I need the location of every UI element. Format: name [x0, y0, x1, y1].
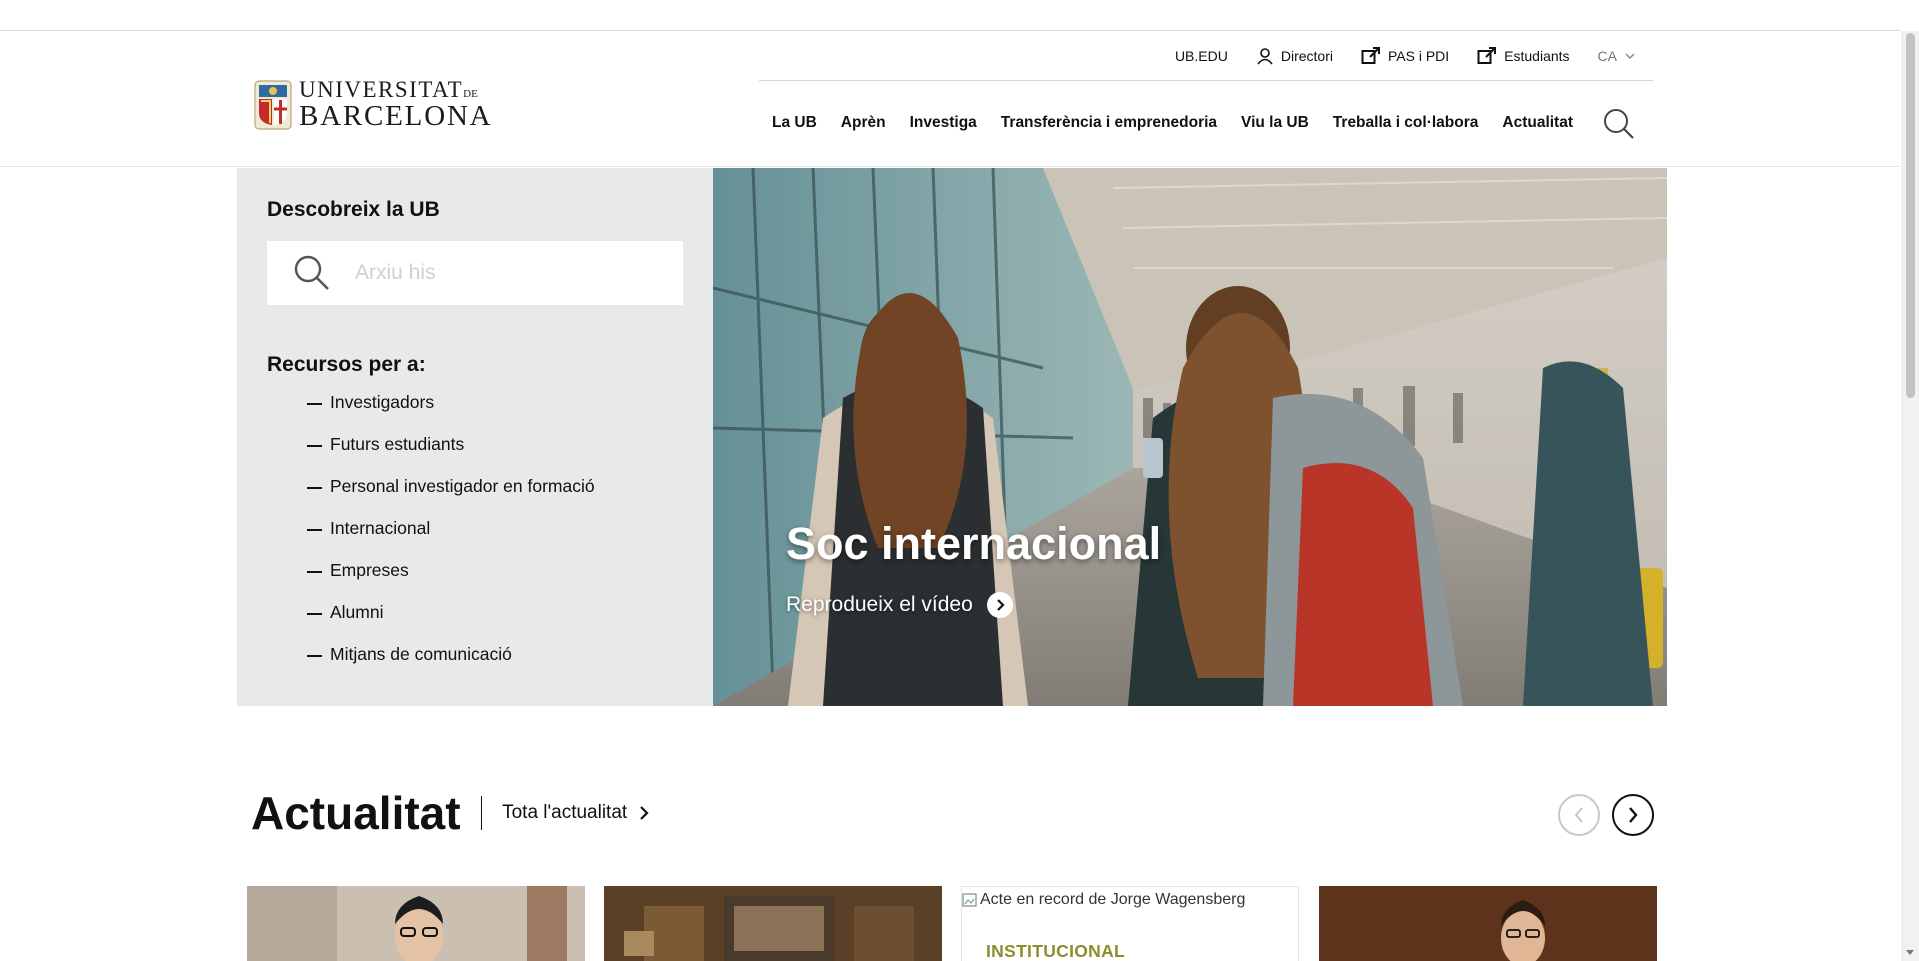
dash-marker	[307, 655, 322, 657]
estudiants-label: Estudiants	[1504, 48, 1570, 64]
news-carousel-controls	[1558, 794, 1654, 836]
resources-title: Recursos per a:	[267, 353, 426, 376]
news-card[interactable]	[1319, 886, 1657, 961]
news-card-photo	[604, 886, 942, 961]
news-card-category: INSTITUCIONAL	[986, 941, 1126, 961]
discover-panel: Descobreix la UB Recursos per a: Investi…	[237, 168, 713, 706]
dash-marker	[307, 487, 322, 489]
logo-line-1: UNIVERSITAT	[299, 77, 464, 102]
nav-item-investiga[interactable]: Investiga	[898, 114, 989, 132]
news-cards: Acte en record de Jorge Wagensberg INSTI…	[247, 886, 1657, 961]
pas-pdi-link[interactable]: PAS i PDI	[1361, 47, 1449, 65]
news-card-photo	[247, 886, 585, 961]
search-icon	[294, 255, 329, 290]
pas-pdi-label: PAS i PDI	[1387, 48, 1450, 64]
external-link-icon	[1477, 47, 1497, 64]
news-card[interactable]	[247, 886, 585, 961]
nav-item-la-ub[interactable]: La UB	[772, 114, 829, 132]
header-search-button[interactable]	[1603, 108, 1635, 140]
resources-list: Investigadors Futurs estudiants Personal…	[307, 392, 595, 686]
resource-label: Mitjans de comunicació	[330, 644, 512, 664]
nav-item-treballa[interactable]: Treballa i col·labora	[1321, 114, 1491, 132]
all-news-label: Tota l'actualitat	[502, 802, 628, 823]
resource-link-internacional[interactable]: Internacional	[307, 518, 595, 560]
nav-item-apren[interactable]: Aprèn	[829, 114, 898, 132]
play-arrow-icon	[986, 592, 1013, 618]
vertical-scrollbar[interactable]	[1901, 31, 1919, 961]
chevron-right-icon	[1629, 807, 1638, 823]
dash-marker	[307, 529, 322, 531]
news-card-image-alt: Acte en record de Jorge Wagensberg	[980, 891, 1246, 908]
estudiants-link[interactable]: Estudiants	[1477, 47, 1570, 65]
ubedu-label: UB.EDU	[1174, 48, 1228, 64]
user-icon	[1257, 48, 1273, 65]
resource-link-empreses[interactable]: Empreses	[307, 560, 595, 602]
scroll-down-arrow-icon[interactable]	[1906, 950, 1914, 955]
resource-link-alumni[interactable]: Alumni	[307, 602, 595, 644]
hero-title: Soc internacional	[786, 518, 1162, 569]
resource-link-futurs-estudiants[interactable]: Futurs estudiants	[307, 434, 595, 476]
resource-link-personal-investigador[interactable]: Personal investigador en formació	[307, 476, 595, 518]
search-icon	[1604, 109, 1634, 139]
nav-item-transferencia[interactable]: Transferència i emprenedoria	[989, 114, 1229, 132]
resource-label: Alumni	[330, 602, 384, 622]
dash-marker	[307, 613, 322, 615]
logo-line-2: BARCELONA	[299, 100, 493, 132]
broken-image-icon	[962, 893, 977, 907]
discover-search-input[interactable]	[355, 261, 655, 285]
chevron-left-icon	[1574, 807, 1583, 823]
news-card-photo	[1319, 886, 1657, 961]
dash-marker	[307, 445, 322, 447]
discover-search-box[interactable]	[267, 241, 683, 305]
carousel-prev-button[interactable]	[1558, 794, 1600, 836]
scrollbar-thumb[interactable]	[1906, 33, 1915, 398]
dash-marker	[307, 571, 322, 573]
chevron-down-icon	[1625, 53, 1635, 59]
resource-label: Empreses	[330, 560, 409, 580]
nav-item-actualitat[interactable]: Actualitat	[1490, 114, 1585, 132]
utility-nav: UB.EDU Directori PAS i PDI Estudiants CA	[1175, 47, 1635, 65]
external-link-icon	[1361, 47, 1380, 64]
all-news-link[interactable]: Tota l'actualitat	[502, 802, 649, 824]
carousel-next-button[interactable]	[1612, 794, 1654, 836]
resource-label: Investigadors	[330, 392, 435, 412]
ubedu-link[interactable]: UB.EDU	[1175, 48, 1228, 64]
news-header: Actualitat Tota l'actualitat	[251, 786, 649, 840]
main-nav: La UB Aprèn Investiga Transferència i em…	[772, 114, 1585, 132]
logo-line-1-suffix: DE	[463, 88, 478, 100]
news-card[interactable]	[604, 886, 942, 961]
hero-video-banner[interactable]: Soc internacional Reprodueix el vídeo	[713, 168, 1667, 706]
utility-divider	[759, 80, 1653, 81]
directori-label: Directori	[1280, 48, 1333, 64]
browser-top-strip	[0, 0, 1900, 31]
resource-link-investigadors[interactable]: Investigadors	[307, 392, 595, 434]
nav-item-viu-la-ub[interactable]: Viu la UB	[1229, 114, 1321, 132]
broken-image-alt: Acte en record de Jorge Wagensberg	[962, 891, 1245, 909]
resource-label: Personal investigador en formació	[330, 476, 595, 496]
news-title: Actualitat	[251, 787, 461, 839]
directori-link[interactable]: Directori	[1256, 47, 1333, 65]
dash-marker	[307, 403, 322, 405]
ub-logo[interactable]: UNIVERSITATDE BARCELONA	[253, 78, 492, 131]
site-header: UNIVERSITATDE BARCELONA UB.EDU Directori…	[0, 32, 1900, 167]
hero-play-label: Reprodueix el vídeo	[786, 593, 973, 616]
language-label: CA	[1597, 48, 1617, 64]
hero-photo	[713, 168, 1667, 706]
ub-coat-of-arms-icon	[254, 79, 292, 130]
language-selector[interactable]: CA	[1598, 48, 1635, 64]
news-card[interactable]: Acte en record de Jorge Wagensberg INSTI…	[961, 886, 1299, 961]
hero-play-video-link[interactable]: Reprodueix el vídeo	[786, 592, 1013, 618]
chevron-right-icon	[640, 806, 649, 820]
resource-label: Internacional	[330, 518, 431, 538]
discover-title: Descobreix la UB	[267, 198, 440, 221]
news-divider	[480, 796, 483, 830]
resource-link-mitjans[interactable]: Mitjans de comunicació	[307, 644, 595, 686]
resource-label: Futurs estudiants	[330, 434, 465, 454]
